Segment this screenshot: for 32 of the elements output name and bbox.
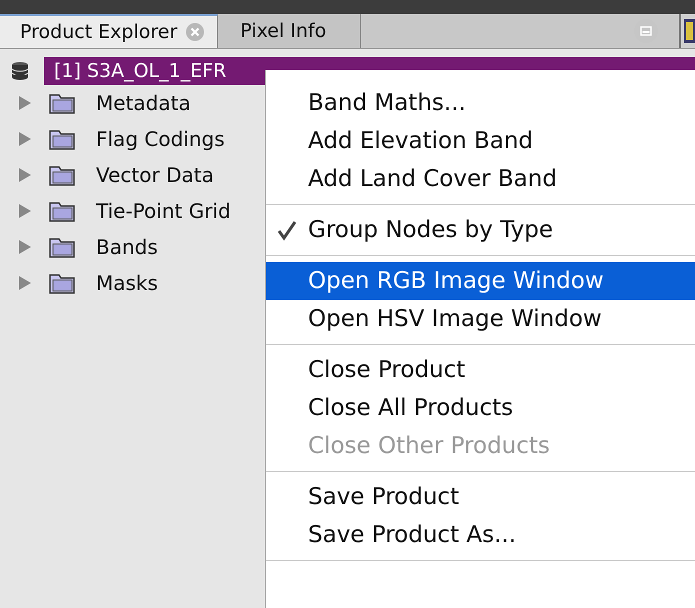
menu-item[interactable]: Band Maths... xyxy=(266,84,695,122)
database-icon xyxy=(10,61,30,81)
menu-item[interactable]: Add Land Cover Band xyxy=(266,160,695,198)
tree-node[interactable]: Vector Data xyxy=(96,163,214,187)
folder-icon xyxy=(48,272,76,294)
tree-node[interactable]: Masks xyxy=(96,271,158,295)
menu-item[interactable]: Save Product xyxy=(266,478,695,516)
expand-icon[interactable] xyxy=(18,131,32,147)
expand-icon[interactable] xyxy=(18,167,32,183)
menu-item[interactable]: Add Elevation Band xyxy=(266,122,695,160)
expand-icon[interactable] xyxy=(18,95,32,111)
menu-item[interactable]: Group Nodes by Type xyxy=(266,211,695,249)
tree-node[interactable]: Bands xyxy=(96,235,158,259)
expand-icon[interactable] xyxy=(18,275,32,291)
menu-item[interactable]: Save Product As... xyxy=(266,516,695,554)
menu-item[interactable]: Open RGB Image Window xyxy=(266,262,695,300)
close-icon[interactable] xyxy=(185,22,206,42)
folder-icon xyxy=(48,164,76,186)
folder-icon xyxy=(48,200,76,222)
expand-icon[interactable] xyxy=(18,239,32,255)
expand-icon[interactable] xyxy=(18,203,32,219)
folder-icon xyxy=(48,92,76,114)
tree-node[interactable]: Flag Codings xyxy=(96,127,225,151)
menu-item[interactable]: Close Product xyxy=(266,351,695,389)
folder-icon xyxy=(48,128,76,150)
menu-item[interactable]: Close All Products xyxy=(266,389,695,427)
panel-tab[interactable]: Product Explorer xyxy=(0,14,218,48)
folder-icon xyxy=(48,236,76,258)
tree-node[interactable]: Metadata xyxy=(96,91,191,115)
tree-node[interactable]: Tie-Point Grid xyxy=(96,199,231,223)
panel-tab[interactable]: Pixel Info xyxy=(218,14,362,48)
menu-item[interactable]: Open HSV Image Window xyxy=(266,300,695,338)
